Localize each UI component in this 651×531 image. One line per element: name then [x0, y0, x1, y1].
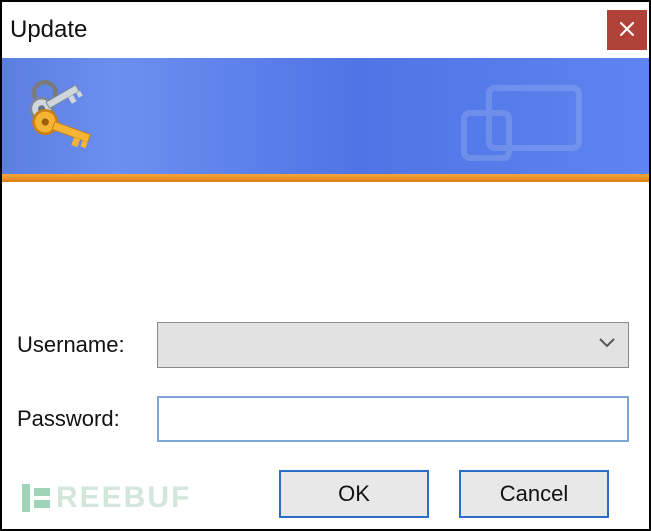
- keys-icon: [16, 75, 106, 165]
- password-row: Password:: [17, 396, 629, 442]
- window-title: Update: [10, 16, 87, 44]
- close-button[interactable]: [607, 10, 647, 50]
- ok-button[interactable]: OK: [279, 470, 429, 518]
- banner: [2, 58, 649, 182]
- chevron-down-icon: [598, 336, 616, 354]
- close-icon: [620, 20, 634, 41]
- title-bar: Update: [2, 2, 649, 58]
- dialog-buttons: OK Cancel: [17, 470, 629, 518]
- username-label: Username:: [17, 332, 157, 358]
- username-combobox[interactable]: [157, 322, 629, 368]
- cancel-button[interactable]: Cancel: [459, 470, 609, 518]
- banner-decoration: [459, 68, 619, 172]
- credentials-form: Username: Password: OK Cancel: [2, 182, 649, 518]
- username-row: Username:: [17, 322, 629, 368]
- password-label: Password:: [17, 406, 157, 432]
- dialog-window: Update: [0, 0, 651, 531]
- password-input[interactable]: [157, 396, 629, 442]
